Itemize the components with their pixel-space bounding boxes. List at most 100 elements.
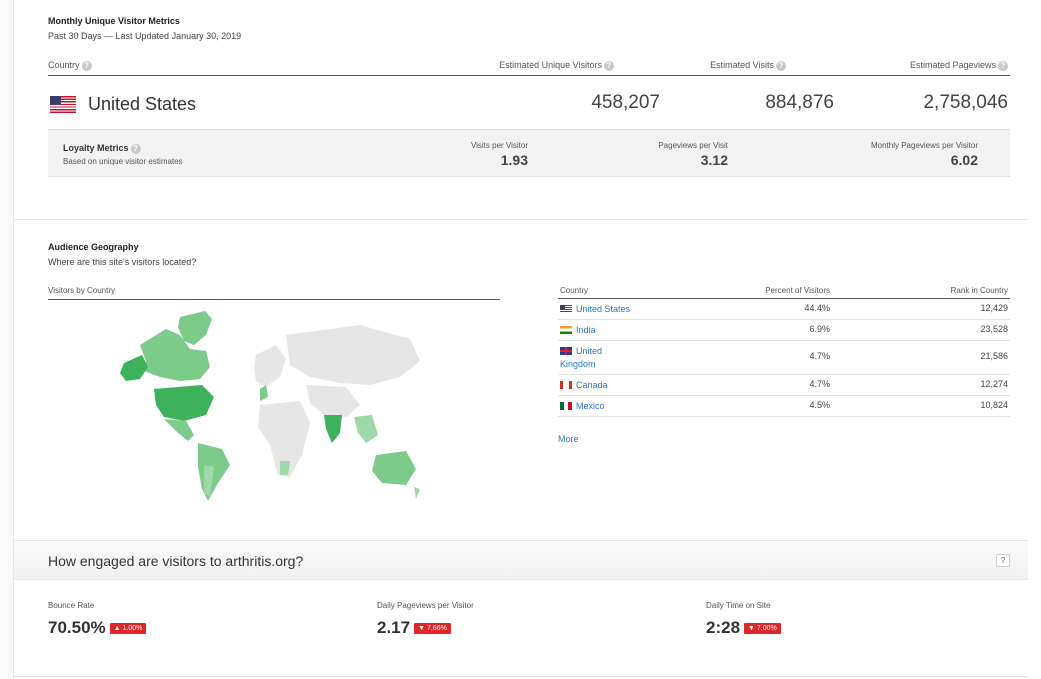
percent-cell: 44.4% — [804, 303, 830, 313]
unique-visitors-value: 458,207 — [591, 92, 660, 113]
country-link-label: India — [576, 325, 596, 335]
visits-header-label: Estimated Visits — [710, 60, 774, 70]
unique-visitors-header: Estimated Unique Visitors? — [482, 60, 614, 71]
map-region-uk[interactable] — [260, 385, 268, 401]
country-link-us[interactable]: United States — [560, 303, 680, 316]
loyalty-title-label: Loyalty Metrics — [63, 143, 129, 153]
section-divider — [14, 219, 1028, 220]
time-on-site-label: Daily Time on Site — [706, 601, 771, 610]
us-flag-icon — [50, 96, 76, 113]
pageviews-per-visitor-label: Daily Pageviews per Visitor — [377, 601, 474, 610]
country-table: Country Percent of Visitors Rank in Coun… — [558, 283, 1010, 417]
bounce-rate-value: 70.50% — [48, 618, 106, 637]
engagement-title: How engaged are visitors to arthritis.or… — [48, 553, 304, 569]
more-link[interactable]: More — [558, 434, 579, 444]
help-icon[interactable]: ? — [998, 60, 1008, 71]
rank-cell: 12,429 — [980, 303, 1008, 313]
map-label: Visitors by Country — [48, 286, 115, 295]
monthly-pageviews-value: 6.02 — [950, 152, 978, 168]
country-name: United States — [88, 94, 197, 114]
uk-flag-icon — [560, 347, 572, 355]
map-region-alaska[interactable] — [120, 355, 148, 381]
map-region-russia[interactable] — [286, 325, 420, 385]
table-row: Mexico 4.5% 10,824 — [558, 396, 1010, 417]
visits-per-visitor-value: 1.93 — [500, 152, 528, 168]
loyalty-title: Loyalty Metrics? — [63, 143, 141, 154]
map-region-usa[interactable] — [154, 385, 214, 421]
table-row: Canada 4.7% 12,274 — [558, 375, 1010, 396]
in-flag-icon — [560, 326, 572, 334]
world-map[interactable] — [110, 305, 430, 505]
header-divider — [48, 75, 1010, 76]
pageviews-per-visitor-metric: 2.17 ▼ 7.66% — [377, 618, 451, 638]
map-region-mexico[interactable] — [164, 419, 194, 441]
bounce-rate-metric: 70.50% ▲ 1.00% — [48, 618, 147, 638]
pageviews-per-visit-value: 3.12 — [700, 152, 728, 168]
map-region-europe[interactable] — [254, 345, 286, 387]
map-region-india[interactable] — [324, 415, 342, 443]
country-link-label: Mexico — [576, 401, 605, 411]
country-link-india[interactable]: India — [560, 324, 680, 337]
time-on-site-value: 2:28 — [706, 618, 741, 637]
ca-flag-icon — [560, 381, 572, 389]
help-button[interactable]: ? — [996, 554, 1010, 567]
table-header-rank: Rank in Country — [950, 286, 1008, 295]
rank-cell: 23,528 — [980, 324, 1008, 334]
geography-title: Audience Geography — [48, 242, 139, 252]
pageviews-change-badge: ▼ 7.66% — [414, 623, 451, 634]
country-header-label: Country — [48, 60, 80, 70]
pageviews-header: Estimated Pageviews? — [880, 60, 1008, 71]
time-on-site-metric: 2:28 ▼ 7.00% — [706, 618, 781, 638]
map-region-south-america[interactable] — [198, 443, 230, 501]
geography-subtitle: Where are this site's visitors located? — [48, 257, 197, 267]
table-header-percent: Percent of Visitors — [765, 286, 830, 295]
country-link-label: United States — [576, 304, 631, 314]
percent-cell: 6.9% — [809, 324, 830, 334]
table-header-country: Country — [560, 286, 589, 295]
percent-cell: 4.5% — [809, 400, 830, 410]
pageviews-per-visit-label: Pageviews per Visit — [658, 141, 728, 150]
percent-cell: 4.7% — [809, 351, 830, 361]
map-region-new-zealand — [414, 487, 420, 499]
country-link-label: Canada — [576, 380, 608, 390]
bounce-rate-change-badge: ▲ 1.00% — [109, 623, 147, 634]
table-row: India 6.9% 23,528 — [558, 320, 1010, 341]
engagement-header: How engaged are visitors to arthritis.or… — [14, 540, 1028, 580]
map-region-middle-asia[interactable] — [306, 385, 360, 417]
map-label-underline — [48, 299, 500, 300]
pageviews-value: 2,758,046 — [923, 92, 1008, 113]
country-link-canada[interactable]: Canada — [560, 379, 680, 392]
table-row: United Kingdom 4.7% 21,586 — [558, 341, 1010, 375]
table-row: United States 44.4% 12,429 — [558, 299, 1010, 320]
rank-cell: 12,274 — [980, 379, 1008, 389]
visits-value: 884,876 — [765, 92, 834, 113]
bottom-divider — [14, 676, 1028, 677]
loyalty-metrics-panel: Loyalty Metrics? Based on unique visitor… — [48, 129, 1010, 177]
pageviews-header-label: Estimated Pageviews — [909, 60, 996, 70]
loyalty-subtitle: Based on unique visitor estimates — [63, 157, 183, 166]
left-gutter — [0, 0, 14, 679]
help-icon[interactable]: ? — [130, 143, 141, 154]
monthly-pageviews-label: Monthly Pageviews per Visitor — [870, 141, 978, 150]
help-icon[interactable]: ? — [81, 60, 92, 71]
time-change-badge: ▼ 7.00% — [744, 623, 781, 634]
metrics-subtitle: Past 30 Days — Last Updated January 30, … — [48, 31, 242, 41]
mx-flag-icon — [560, 402, 572, 410]
help-icon[interactable]: ? — [776, 60, 786, 71]
help-icon[interactable]: ? — [604, 60, 614, 71]
metrics-title: Monthly Unique Visitor Metrics — [48, 16, 180, 26]
us-flag-icon — [560, 305, 572, 313]
visits-header: Estimated Visits? — [690, 60, 786, 71]
country-link-mexico[interactable]: Mexico — [560, 400, 680, 413]
rank-cell: 21,586 — [980, 351, 1008, 361]
map-region-australia[interactable] — [372, 451, 416, 485]
visits-per-visitor-label: Visits per Visitor — [470, 141, 528, 150]
unique-visitors-header-label: Estimated Unique Visitors — [499, 60, 602, 70]
pageviews-per-visitor-value: 2.17 — [377, 618, 411, 637]
country-table-header: Country Percent of Visitors Rank in Coun… — [558, 283, 1010, 299]
percent-cell: 4.7% — [809, 379, 830, 389]
country-link-uk[interactable]: United Kingdom — [560, 345, 620, 371]
country-header: Country? — [48, 60, 92, 71]
country-metrics-row: United States 458,207 884,876 2,758,046 — [48, 88, 1010, 128]
map-region-southeast-asia — [354, 415, 378, 443]
